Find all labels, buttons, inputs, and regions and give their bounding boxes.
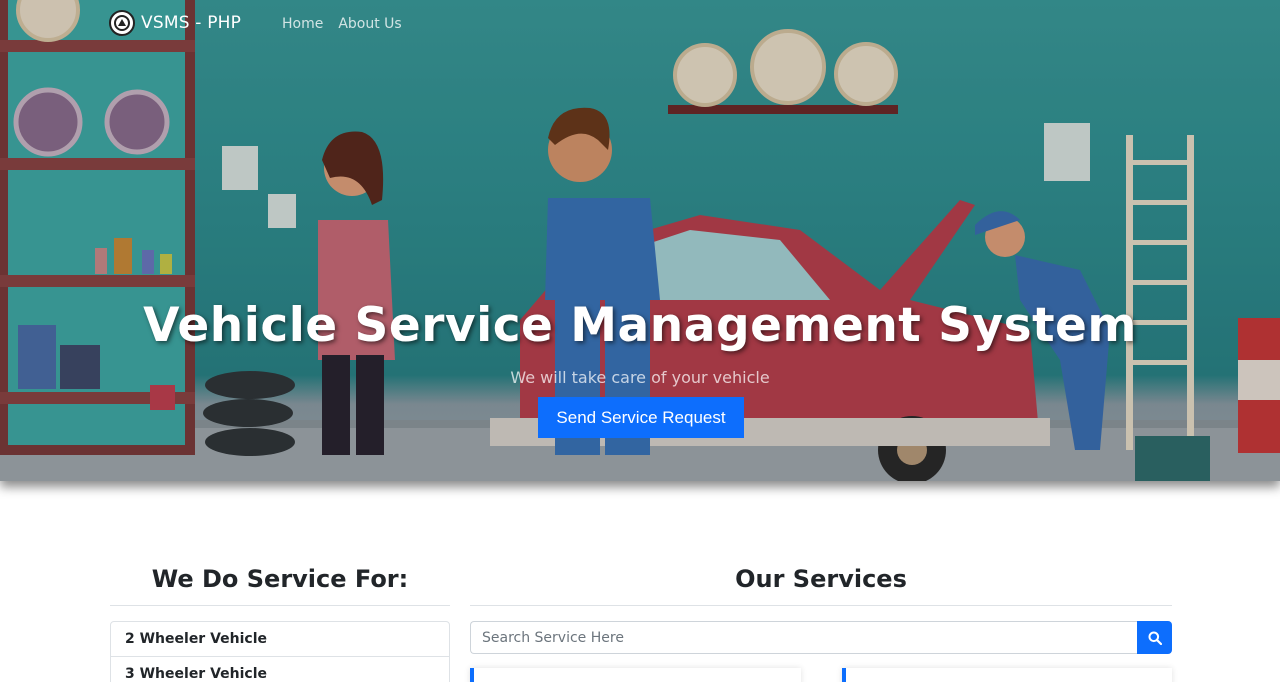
search-button[interactable] xyxy=(1137,621,1172,654)
vehicle-type-list: 2 Wheeler Vehicle 3 Wheeler Vehicle xyxy=(110,621,450,682)
hero-subtitle: We will take care of your vehicle xyxy=(510,368,770,387)
list-item-3-wheeler[interactable]: 3 Wheeler Vehicle xyxy=(111,657,449,682)
search-input[interactable] xyxy=(470,621,1137,654)
brand[interactable]: VSMS - PHP xyxy=(109,10,241,36)
nav-link-about-us[interactable]: About Us xyxy=(338,16,401,32)
hero-banner: VSMS - PHP Home About Us Vehicle Service… xyxy=(0,0,1280,481)
hero-title: Vehicle Service Management System xyxy=(143,298,1137,353)
top-navbar: VSMS - PHP Home About Us xyxy=(0,0,1280,50)
service-card[interactable] xyxy=(842,668,1172,682)
service-card[interactable] xyxy=(470,668,801,682)
our-services-panel: Our Services xyxy=(470,560,1172,682)
nav-links: Home About Us xyxy=(282,16,402,32)
send-service-request-button[interactable]: Send Service Request xyxy=(538,397,744,438)
list-item-2-wheeler[interactable]: 2 Wheeler Vehicle xyxy=(111,622,449,657)
logo-icon xyxy=(109,10,135,36)
service-search-group xyxy=(470,621,1172,654)
brand-name: VSMS - PHP xyxy=(141,13,242,33)
search-icon xyxy=(1148,631,1162,645)
service-for-panel: We Do Service For: 2 Wheeler Vehicle 3 W… xyxy=(110,560,450,682)
service-for-title: We Do Service For: xyxy=(110,560,450,606)
nav-link-home[interactable]: Home xyxy=(282,16,323,32)
our-services-title: Our Services xyxy=(470,560,1172,606)
